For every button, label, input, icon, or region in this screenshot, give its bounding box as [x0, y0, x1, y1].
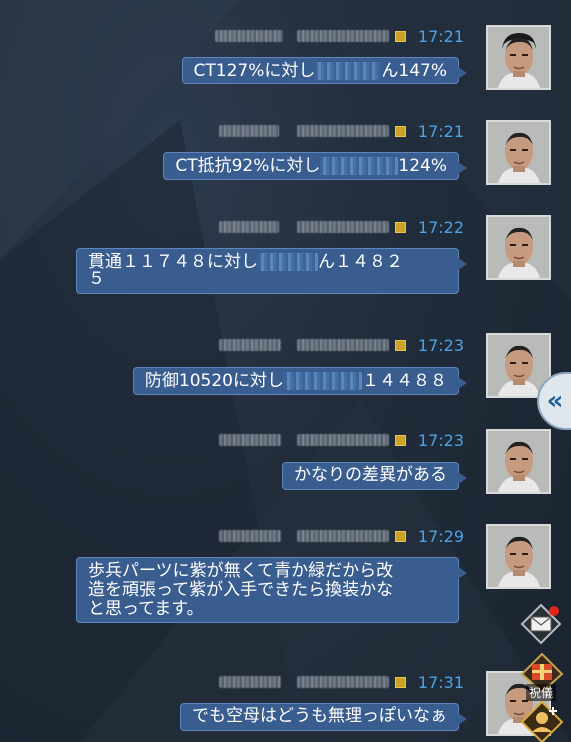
avatar-portrait-icon [488, 431, 549, 492]
message-meta: 17:23 [218, 335, 464, 355]
sender-guild-blurred [296, 339, 389, 351]
message-text: でも空母はどうも無理っぽいなぁ [192, 706, 447, 726]
rank-badge-icon [394, 339, 406, 351]
message-text: CT抵抗92%に対し [175, 156, 321, 176]
rank-badge-icon [394, 434, 406, 446]
message-bubble[interactable]: 防御10520に対し １４４８８ [132, 367, 468, 395]
sender-guild-blurred [296, 676, 389, 688]
message-text: かなりの差異がある [294, 465, 447, 485]
avatar-portrait-icon [488, 526, 549, 587]
message-bubble[interactable]: でも空母はどうも無理っぽいなぁ [180, 703, 467, 731]
avatar[interactable] [486, 215, 551, 280]
message-time: 17:21 [417, 121, 464, 141]
gift-label: 祝儀 [526, 684, 557, 701]
hidden-text [284, 372, 362, 390]
avatar-portrait-icon [488, 27, 549, 88]
sender-name-blurred [218, 530, 281, 542]
sender-name-blurred [218, 434, 281, 446]
avatar-portrait-icon [488, 217, 549, 278]
hidden-text [258, 253, 318, 271]
message-text: 歩兵パーツに紫が無くて青か緑だから改 造を頑張って紫が入手できたら換装かな と思… [88, 561, 394, 619]
message-meta: 17:29 [218, 526, 464, 546]
mail-icon [520, 603, 562, 645]
avatar[interactable] [486, 429, 551, 494]
avatar[interactable] [486, 120, 551, 185]
avatar[interactable] [486, 524, 551, 589]
sender-guild-blurred [296, 125, 389, 137]
message-time: 17:23 [417, 335, 464, 355]
sender-name-blurred [214, 30, 283, 42]
sender-name-blurred [218, 221, 279, 233]
message-meta: 17:31 [218, 672, 464, 692]
message-time: 17:22 [417, 217, 464, 237]
hidden-text [315, 62, 382, 80]
hidden-text [320, 157, 399, 175]
message-meta: 17:22 [218, 217, 464, 237]
mail-button[interactable] [520, 603, 562, 645]
sender-guild-blurred [296, 221, 389, 233]
message-text: １４４８８ [362, 371, 447, 391]
rank-badge-icon [394, 530, 406, 542]
message-meta: 17:21 [218, 121, 464, 141]
sender-guild-blurred [296, 30, 389, 42]
rank-badge-icon [394, 125, 406, 137]
message-time: 17:29 [417, 526, 464, 546]
sender-guild-blurred [296, 434, 389, 446]
message-text: 防御10520に対し [144, 371, 284, 391]
sender-name-blurred [218, 339, 281, 351]
message-bubble[interactable]: かなりの差異がある [282, 462, 467, 490]
gift-button[interactable]: 祝儀 [518, 652, 566, 701]
message-time: 17:23 [417, 430, 464, 450]
message-meta: 17:23 [218, 430, 464, 450]
message-text: ん147% [381, 61, 447, 81]
message-bubble[interactable]: 貫通１１７４８に対し ん１４８２ ５ [76, 248, 467, 294]
message-text: 124% [398, 156, 447, 176]
message-bubble[interactable]: 歩兵パーツに紫が無くて青か緑だから改 造を頑張って紫が入手できたら換装かな と思… [76, 557, 467, 623]
rank-badge-icon [394, 30, 406, 42]
message-bubble[interactable]: CT127%に対し ん147% [181, 57, 468, 84]
message-time: 17:31 [417, 672, 464, 692]
sender-name-blurred [218, 676, 281, 688]
recruit-button[interactable] [520, 700, 564, 742]
sender-guild-blurred [296, 530, 389, 542]
rank-badge-icon [394, 221, 406, 233]
message-meta: 17:21 [214, 26, 464, 46]
double-chevron-left-icon: « [546, 386, 564, 416]
message-bubble[interactable]: CT抵抗92%に対し 124% [163, 152, 467, 180]
message-time: 17:21 [417, 26, 464, 46]
message-text: CT127%に対し [193, 61, 316, 81]
message-text: 貫通１１７４８に対し [88, 252, 258, 272]
sender-name-blurred [218, 125, 279, 137]
avatar[interactable] [486, 25, 551, 90]
rank-badge-icon [394, 676, 406, 688]
add-person-icon [520, 700, 564, 742]
avatar-portrait-icon [488, 122, 549, 183]
